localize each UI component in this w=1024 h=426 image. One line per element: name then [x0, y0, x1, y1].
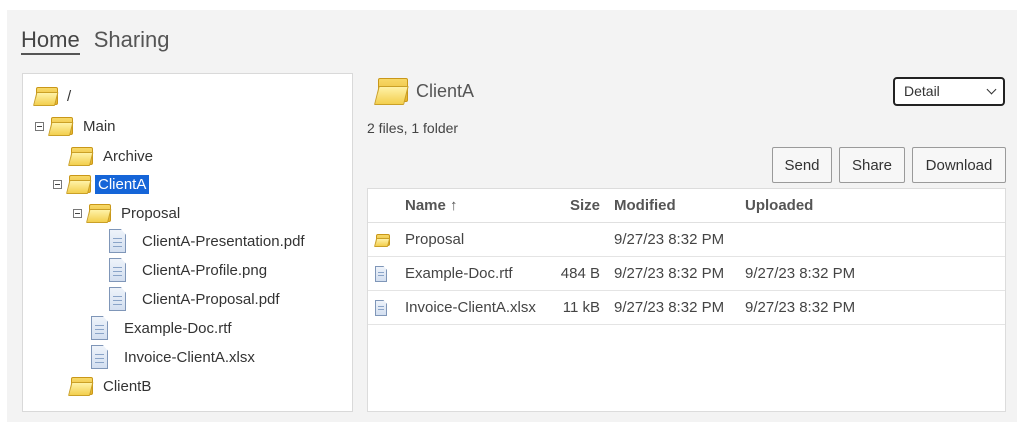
collapse-toggle-icon[interactable] — [73, 208, 82, 218]
column-header-uploaded[interactable]: Uploaded — [745, 197, 813, 214]
collapse-toggle-icon[interactable] — [35, 121, 44, 131]
file-list-table: Name ↑ Size Modified Uploaded Proposal 9… — [367, 188, 1006, 412]
tree-node-file[interactable]: ClientA-Proposal.pdf — [108, 287, 283, 311]
table-row[interactable]: Invoice-ClientA.xlsx 11 kB 9/27/23 8:32 … — [368, 291, 1005, 325]
tree-label-clientb: ClientB — [103, 377, 152, 395]
tree-label-file: Invoice-ClientA.xlsx — [124, 348, 255, 366]
folder-icon — [86, 202, 112, 224]
tree-node-file[interactable]: ClientA-Presentation.pdf — [108, 229, 308, 253]
document-icon — [374, 300, 388, 316]
tree-label-file: Example-Doc.rtf — [124, 319, 232, 337]
folder-icon — [68, 145, 94, 167]
tree-node-file[interactable]: ClientA-Profile.png — [108, 258, 270, 282]
document-icon — [108, 287, 127, 311]
chevron-down-icon — [986, 84, 997, 95]
row-size: 11 kB — [562, 299, 600, 316]
table-row[interactable]: Proposal 9/27/23 8:32 PM — [368, 223, 1005, 257]
document-icon — [374, 266, 388, 282]
column-header-name[interactable]: Name ↑ — [405, 197, 458, 214]
document-icon — [108, 229, 127, 253]
folder-icon — [374, 77, 409, 105]
folder-icon — [374, 233, 391, 247]
nav-home-link[interactable]: Home — [21, 27, 80, 55]
tree-label-file: ClientA-Profile.png — [142, 261, 268, 279]
folder-tree: / Main Archive ClientA Proposal ClientA-… — [22, 73, 353, 412]
row-modified: 9/27/23 8:32 PM — [614, 299, 725, 316]
current-folder-title: ClientA — [374, 77, 474, 105]
folder-icon — [68, 375, 94, 397]
tree-label-file: ClientA-Proposal.pdf — [142, 290, 280, 308]
tree-node-clienta[interactable]: ClientA — [53, 173, 150, 195]
tree-label-archive: Archive — [103, 147, 154, 165]
folder-icon — [48, 115, 74, 137]
tree-node-root[interactable]: / — [33, 85, 71, 107]
share-button[interactable]: Share — [839, 147, 905, 183]
collapse-toggle-icon[interactable] — [53, 179, 62, 189]
tree-label-clienta: ClientA — [95, 174, 150, 194]
tree-node-file[interactable]: Example-Doc.rtf — [90, 316, 235, 340]
row-modified: 9/27/23 8:32 PM — [614, 265, 725, 282]
tree-label-main: Main — [83, 117, 116, 135]
tree-node-file[interactable]: Invoice-ClientA.xlsx — [90, 345, 258, 369]
row-size: 484 B — [560, 265, 600, 282]
row-modified: 9/27/23 8:32 PM — [614, 231, 725, 248]
table-header: Name ↑ Size Modified Uploaded — [368, 189, 1005, 223]
top-nav: Home Sharing — [21, 27, 170, 55]
download-button[interactable]: Download — [912, 147, 1006, 183]
tree-label-root: / — [67, 87, 72, 105]
row-name: Proposal — [405, 231, 465, 248]
column-header-size[interactable]: Size — [545, 197, 600, 214]
folder-summary: 2 files, 1 folder — [367, 120, 459, 136]
current-folder-name: ClientA — [416, 80, 475, 101]
document-icon — [90, 316, 109, 340]
tree-label-file: ClientA-Presentation.pdf — [142, 232, 305, 250]
tree-node-clientb[interactable]: ClientB — [68, 375, 154, 397]
column-header-modified[interactable]: Modified — [614, 197, 676, 214]
send-button[interactable]: Send — [772, 147, 832, 183]
tree-node-proposal[interactable]: Proposal — [73, 202, 183, 224]
tree-label-proposal: Proposal — [121, 204, 181, 222]
row-uploaded: 9/27/23 8:32 PM — [745, 265, 856, 282]
folder-icon — [33, 85, 59, 107]
nav-sharing-link[interactable]: Sharing — [94, 27, 170, 55]
view-mode-select[interactable]: Detail — [893, 77, 1005, 106]
table-row[interactable]: Example-Doc.rtf 484 B 9/27/23 8:32 PM 9/… — [368, 257, 1005, 291]
document-icon — [90, 345, 109, 369]
row-name: Invoice-ClientA.xlsx — [405, 299, 536, 316]
document-icon — [108, 258, 127, 282]
folder-icon — [66, 173, 92, 195]
tree-node-archive[interactable]: Archive — [68, 145, 156, 167]
view-mode-value: Detail — [904, 83, 940, 99]
row-uploaded: 9/27/23 8:32 PM — [745, 299, 856, 316]
tree-node-main[interactable]: Main — [35, 115, 119, 137]
row-name: Example-Doc.rtf — [405, 265, 513, 282]
